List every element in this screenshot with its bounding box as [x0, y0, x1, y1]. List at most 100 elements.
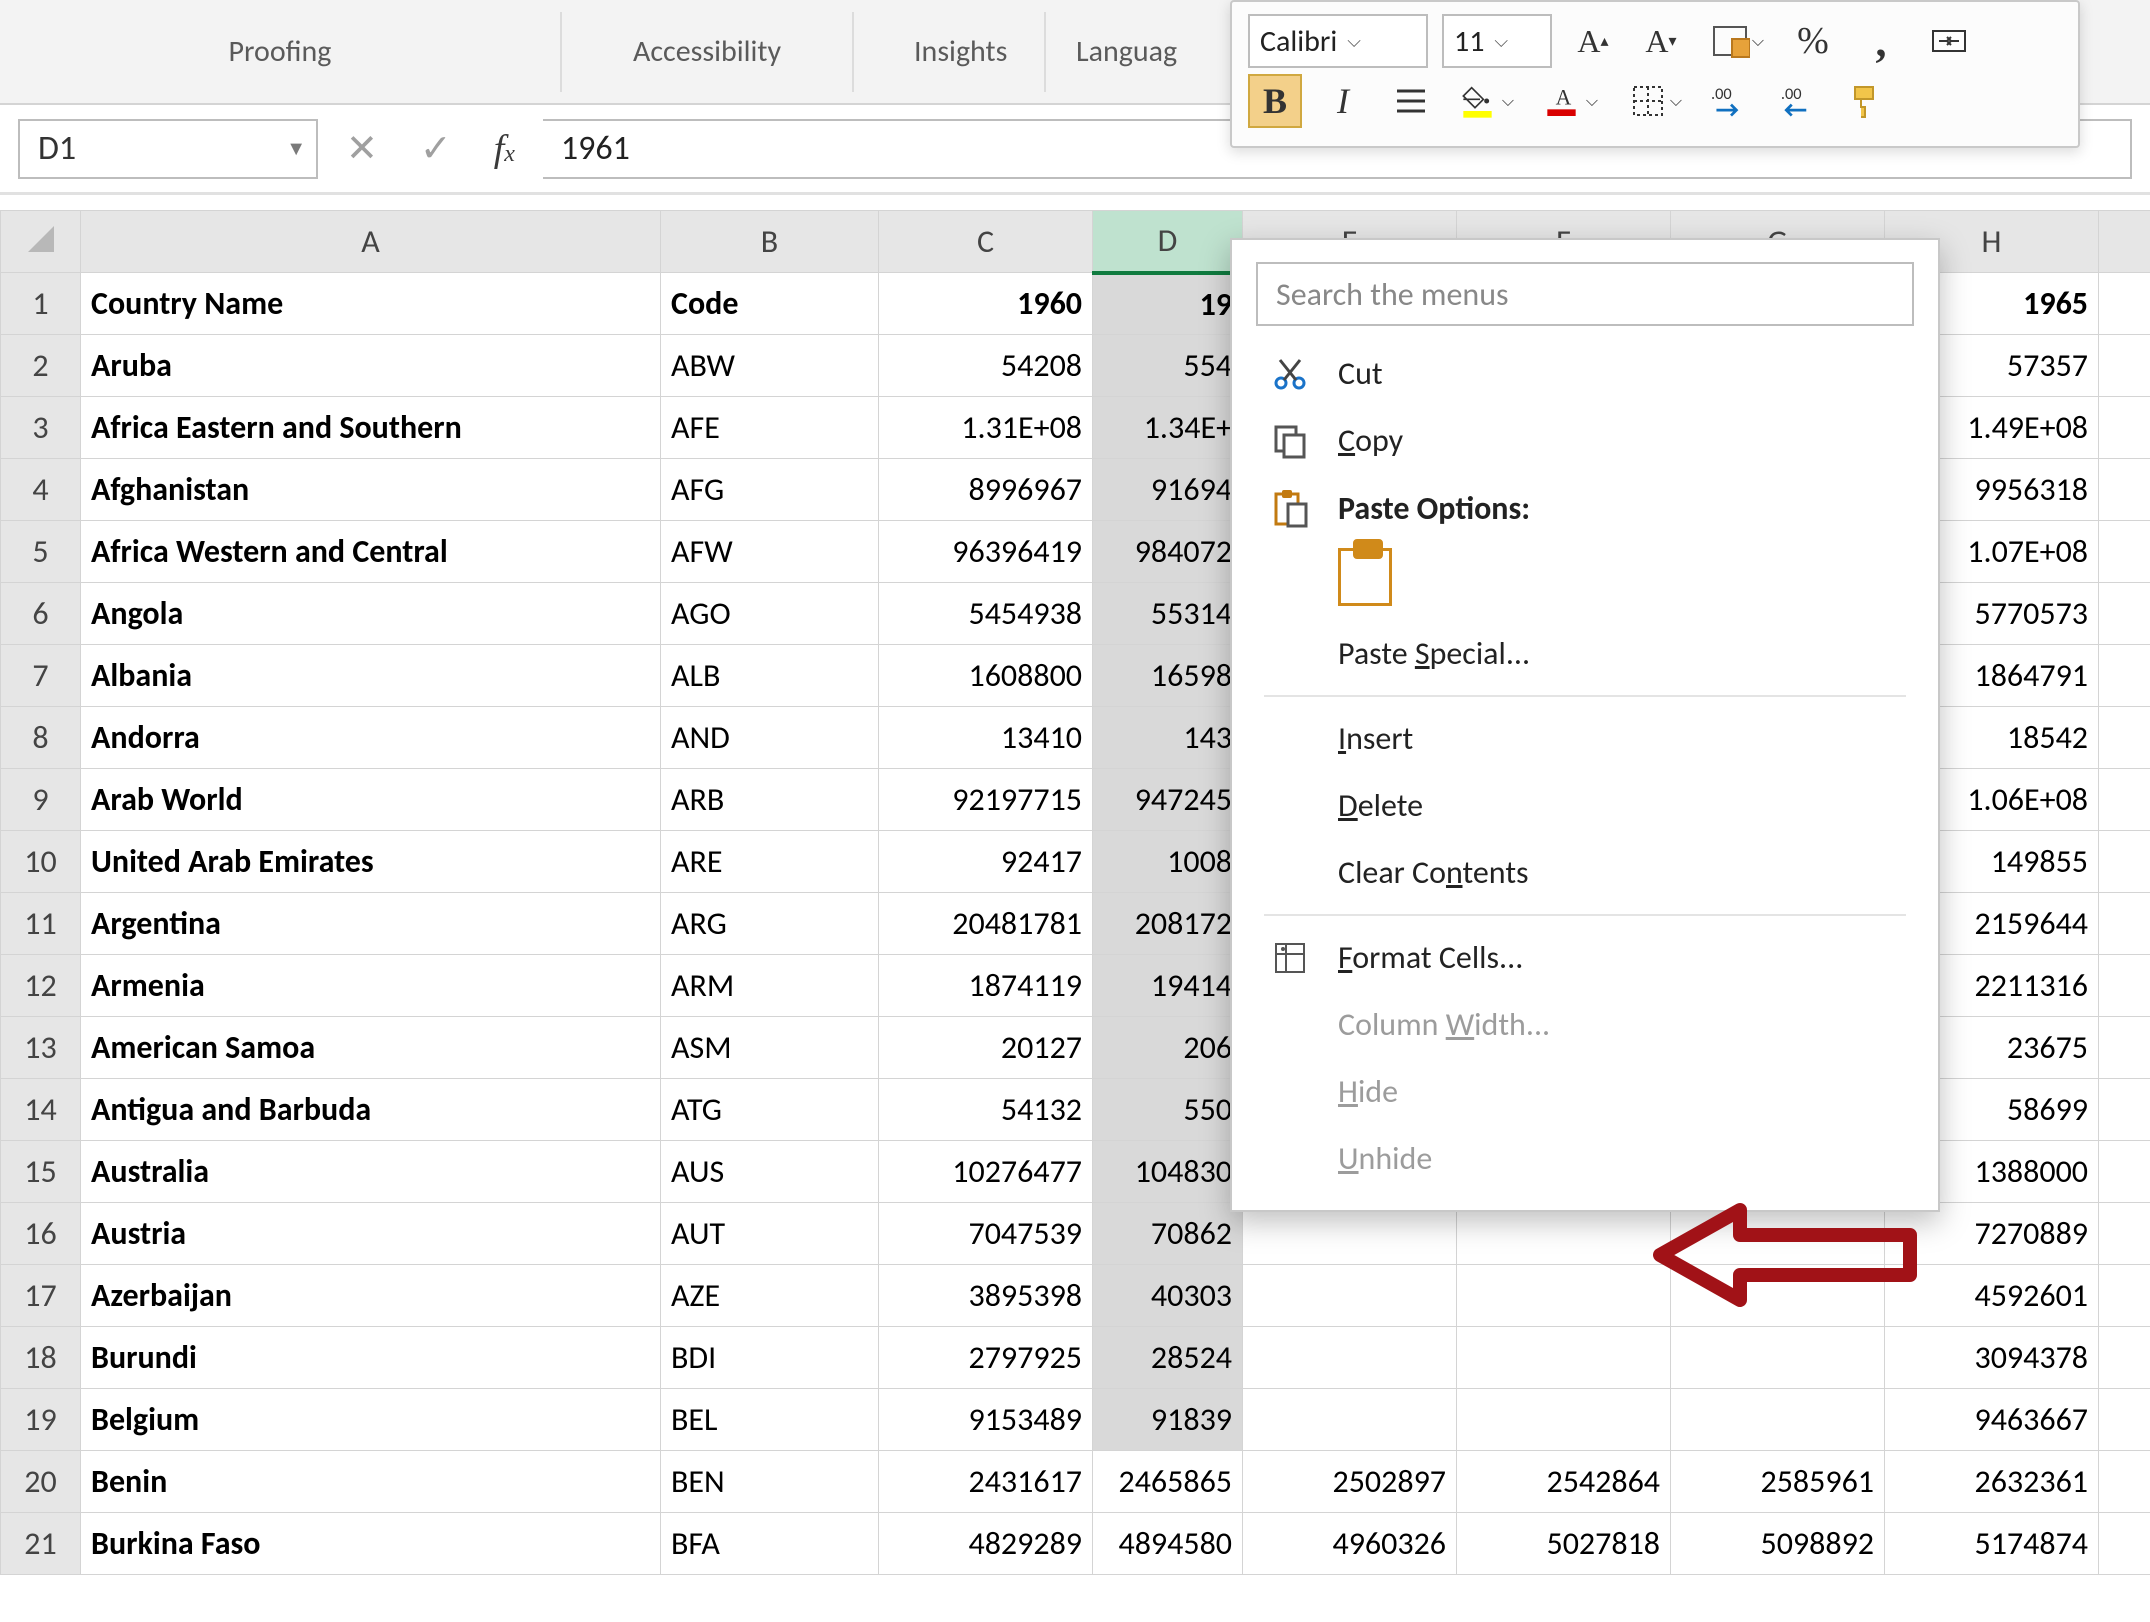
cell[interactable]: Burkina Faso — [81, 1513, 661, 1575]
cell[interactable]: ARG — [661, 893, 879, 955]
row-header[interactable]: 19 — [1, 1389, 81, 1451]
cell[interactable]: Armenia — [81, 955, 661, 1017]
cell[interactable]: Aruba — [81, 335, 661, 397]
col-header-C[interactable]: C — [879, 211, 1093, 273]
cell[interactable]: Arab World — [81, 769, 661, 831]
cell[interactable] — [2099, 769, 2150, 831]
row-header[interactable]: 7 — [1, 645, 81, 707]
cell[interactable]: 984072 — [1093, 521, 1243, 583]
cell[interactable]: 7047539 — [879, 1203, 1093, 1265]
cell[interactable] — [2099, 1017, 2150, 1079]
cell[interactable]: 4894580 — [1093, 1513, 1243, 1575]
cell[interactable]: Andorra — [81, 707, 661, 769]
ribbon-group-insights[interactable]: Insights — [854, 33, 1044, 70]
cell[interactable]: 554 — [1093, 335, 1243, 397]
cell[interactable] — [2099, 893, 2150, 955]
row-header[interactable]: 5 — [1, 521, 81, 583]
cell[interactable]: 1.34E+ — [1093, 397, 1243, 459]
menu-item-column-width[interactable]: Column Width... — [1242, 991, 1928, 1058]
cell[interactable] — [1671, 1389, 1885, 1451]
cell[interactable]: BEL — [661, 1389, 879, 1451]
cell[interactable]: Africa Eastern and Southern — [81, 397, 661, 459]
cell[interactable]: 91839 — [1093, 1389, 1243, 1451]
menu-item-copy[interactable]: Copy — [1242, 407, 1928, 474]
cell[interactable] — [2099, 1389, 2150, 1451]
ribbon-group-proofing[interactable]: Proofing — [0, 33, 560, 70]
percent-icon[interactable]: % — [1786, 14, 1840, 68]
row-header[interactable]: 6 — [1, 583, 81, 645]
accept-formula-icon[interactable]: ✓ — [420, 126, 452, 172]
chevron-down-icon[interactable]: ⌵ — [1586, 92, 1598, 111]
cell[interactable] — [2099, 397, 2150, 459]
cell[interactable]: 143 — [1093, 707, 1243, 769]
chevron-down-icon[interactable]: ⌵ — [1347, 30, 1361, 52]
menu-item-format-cells[interactable]: Format Cells... — [1242, 924, 1928, 991]
chevron-down-icon[interactable]: ⌵ — [1502, 92, 1514, 111]
menu-item-unhide[interactable]: Unhide — [1242, 1125, 1928, 1192]
cell[interactable]: 16598 — [1093, 645, 1243, 707]
cell[interactable]: ARB — [661, 769, 879, 831]
cell[interactable]: 5454938 — [879, 583, 1093, 645]
cell[interactable]: 1.31E+08 — [879, 397, 1093, 459]
cell[interactable]: 10276477 — [879, 1141, 1093, 1203]
row-header[interactable]: 11 — [1, 893, 81, 955]
col-header-extra[interactable] — [2099, 211, 2150, 273]
cell[interactable] — [2099, 645, 2150, 707]
cell[interactable]: BDI — [661, 1327, 879, 1389]
cell[interactable] — [1243, 1265, 1457, 1327]
cell[interactable]: 550 — [1093, 1079, 1243, 1141]
row-header[interactable]: 8 — [1, 707, 81, 769]
borders-icon[interactable]: ⌵ — [1620, 74, 1690, 128]
cell[interactable]: AFE — [661, 397, 879, 459]
format-painter-icon[interactable] — [1840, 74, 1894, 128]
row-header[interactable]: 21 — [1, 1513, 81, 1575]
cell[interactable]: ARM — [661, 955, 879, 1017]
cell[interactable]: 1874119 — [879, 955, 1093, 1017]
row-header[interactable]: 1 — [1, 273, 81, 335]
row-header[interactable]: 15 — [1, 1141, 81, 1203]
select-all-corner[interactable] — [1, 211, 81, 273]
paste-option-default[interactable] — [1242, 542, 1928, 620]
cell[interactable] — [2099, 1079, 2150, 1141]
decrease-decimal-icon[interactable]: .00 — [1772, 74, 1826, 128]
chevron-down-icon[interactable]: ⌵ — [1670, 92, 1682, 111]
cell[interactable]: Country Name — [81, 273, 661, 335]
cell[interactable]: United Arab Emirates — [81, 831, 661, 893]
cell[interactable] — [1243, 1389, 1457, 1451]
cell[interactable]: AND — [661, 707, 879, 769]
cell[interactable]: 2465865 — [1093, 1451, 1243, 1513]
cell[interactable]: 208172 — [1093, 893, 1243, 955]
cell[interactable]: 3895398 — [879, 1265, 1093, 1327]
cell[interactable]: Code — [661, 273, 879, 335]
increase-font-icon[interactable]: A▴ — [1566, 14, 1620, 68]
cell[interactable]: 1608800 — [879, 645, 1093, 707]
cell[interactable]: 13410 — [879, 707, 1093, 769]
cell[interactable]: AFG — [661, 459, 879, 521]
row-header[interactable]: 4 — [1, 459, 81, 521]
increase-decimal-icon[interactable]: .00 — [1704, 74, 1758, 128]
cell[interactable] — [1243, 1327, 1457, 1389]
name-box[interactable]: D1 ▼ — [18, 119, 318, 179]
cell[interactable]: 2502897 — [1243, 1451, 1457, 1513]
cell[interactable]: 5027818 — [1457, 1513, 1671, 1575]
cell[interactable]: 54208 — [879, 335, 1093, 397]
cell[interactable] — [2099, 1513, 2150, 1575]
cell[interactable]: 2797925 — [879, 1327, 1093, 1389]
cell[interactable] — [2099, 273, 2150, 335]
merge-center-icon[interactable] — [1922, 14, 1976, 68]
col-header-B[interactable]: B — [661, 211, 879, 273]
cell[interactable] — [2099, 1203, 2150, 1265]
cell[interactable] — [1457, 1265, 1671, 1327]
cell[interactable]: 2542864 — [1457, 1451, 1671, 1513]
chevron-down-icon[interactable]: ⌵ — [1494, 30, 1508, 52]
cell[interactable]: 104830 — [1093, 1141, 1243, 1203]
cell[interactable]: Argentina — [81, 893, 661, 955]
cell[interactable]: 3094378 — [1885, 1327, 2099, 1389]
cell[interactable]: 55314 — [1093, 583, 1243, 645]
row-header[interactable]: 20 — [1, 1451, 81, 1513]
cell[interactable]: 5174874 — [1885, 1513, 2099, 1575]
font-color-icon[interactable]: A ⌵ — [1536, 74, 1606, 128]
row-header[interactable]: 14 — [1, 1079, 81, 1141]
cell[interactable]: AUS — [661, 1141, 879, 1203]
cell[interactable]: ABW — [661, 335, 879, 397]
